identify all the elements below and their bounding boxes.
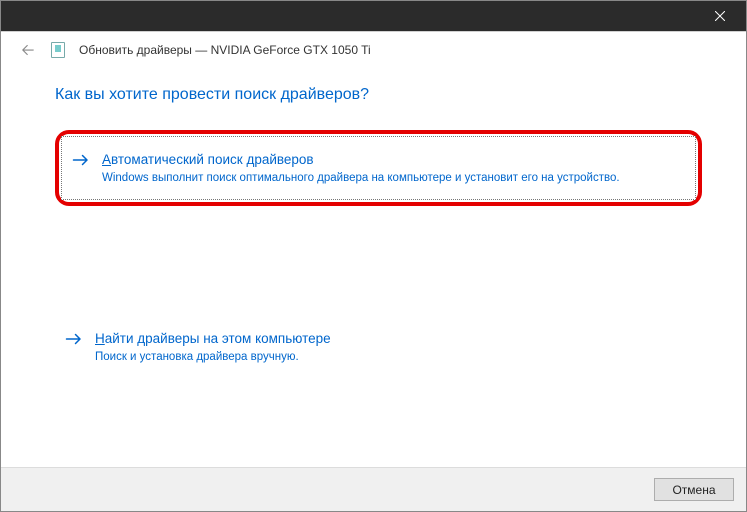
option-local-desc: Поиск и установка драйвера вручную.	[95, 350, 690, 365]
cancel-button[interactable]: Отмена	[654, 478, 734, 501]
option-auto-desc: Windows выполнит поиск оптимального драй…	[102, 171, 683, 186]
option-local-text: Найти драйверы на этом компьютере Поиск …	[95, 330, 690, 364]
arrow-right-icon	[65, 332, 83, 351]
option-local-search[interactable]: Найти драйверы на этом компьютере Поиск …	[55, 316, 702, 378]
arrow-right-icon	[72, 153, 90, 172]
option-auto-focus-outline: Автоматический поиск драйверов Windows в…	[61, 136, 696, 200]
titlebar	[1, 1, 746, 31]
back-arrow-icon	[19, 41, 37, 59]
option-local-title: Найти драйверы на этом компьютере	[95, 330, 690, 348]
highlight-annotation: Автоматический поиск драйверов Windows в…	[55, 130, 702, 206]
dialog-header: Обновить драйверы — NVIDIA GeForce GTX 1…	[1, 32, 746, 68]
back-button[interactable]	[19, 41, 37, 59]
option-auto-search[interactable]: Автоматический поиск драйверов Windows в…	[62, 137, 695, 199]
dialog-body: Обновить драйверы — NVIDIA GeForce GTX 1…	[1, 31, 746, 511]
content-heading: Как вы хотите провести поиск драйверов?	[55, 86, 702, 104]
dialog-title: Обновить драйверы — NVIDIA GeForce GTX 1…	[79, 43, 371, 57]
driver-update-dialog: Обновить драйверы — NVIDIA GeForce GTX 1…	[0, 0, 747, 512]
close-icon	[715, 11, 725, 21]
device-icon	[51, 42, 65, 58]
dialog-content: Как вы хотите провести поиск драйверов? …	[1, 68, 746, 467]
dialog-footer: Отмена	[1, 467, 746, 511]
option-auto-text: Автоматический поиск драйверов Windows в…	[102, 151, 683, 185]
option-auto-title: Автоматический поиск драйверов	[102, 151, 683, 169]
close-button[interactable]	[697, 1, 742, 31]
